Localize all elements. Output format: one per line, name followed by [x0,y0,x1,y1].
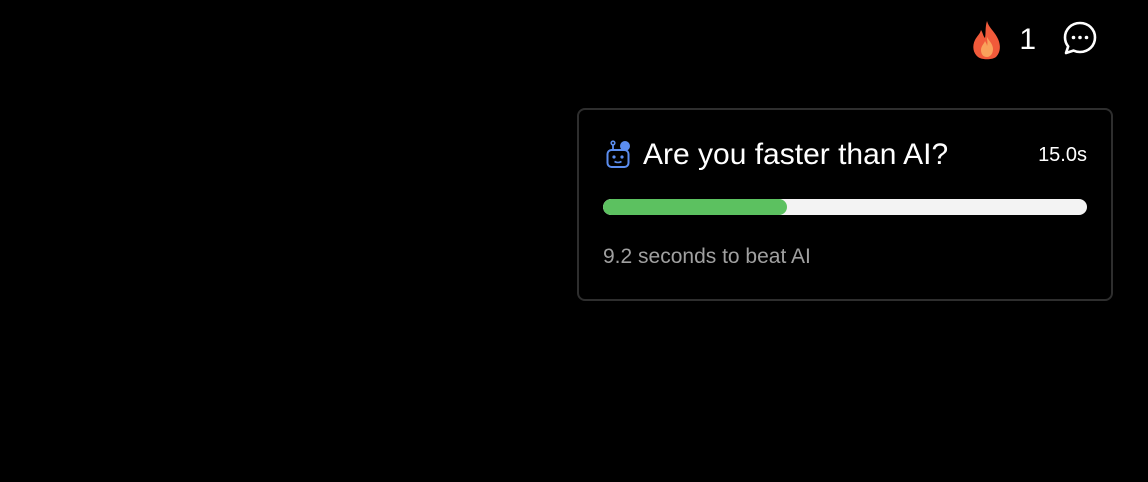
challenge-timer: 15.0s [1038,143,1087,166]
chat-button[interactable] [1062,20,1098,61]
top-bar: 1 [969,18,1098,62]
challenge-subtext: 9.2 seconds to beat AI [603,245,811,268]
progress-bar [603,199,1087,215]
challenge-title: Are you faster than AI? [643,138,949,171]
page: 1 Are you faster than AI? 15.0s 9.2 seco… [0,0,1148,482]
streak-count: 1 [1019,23,1036,56]
chat-bubble-icon [1062,20,1098,61]
fire-icon [969,18,1005,62]
challenge-card-header: Are you faster than AI? 15.0s [605,140,1087,170]
robot-icon [605,140,633,170]
challenge-title-group: Are you faster than AI? [605,140,948,170]
challenge-card: Are you faster than AI? 15.0s 9.2 second… [577,108,1113,301]
streak-counter[interactable]: 1 [969,18,1036,62]
progress-bar-fill [603,199,787,215]
